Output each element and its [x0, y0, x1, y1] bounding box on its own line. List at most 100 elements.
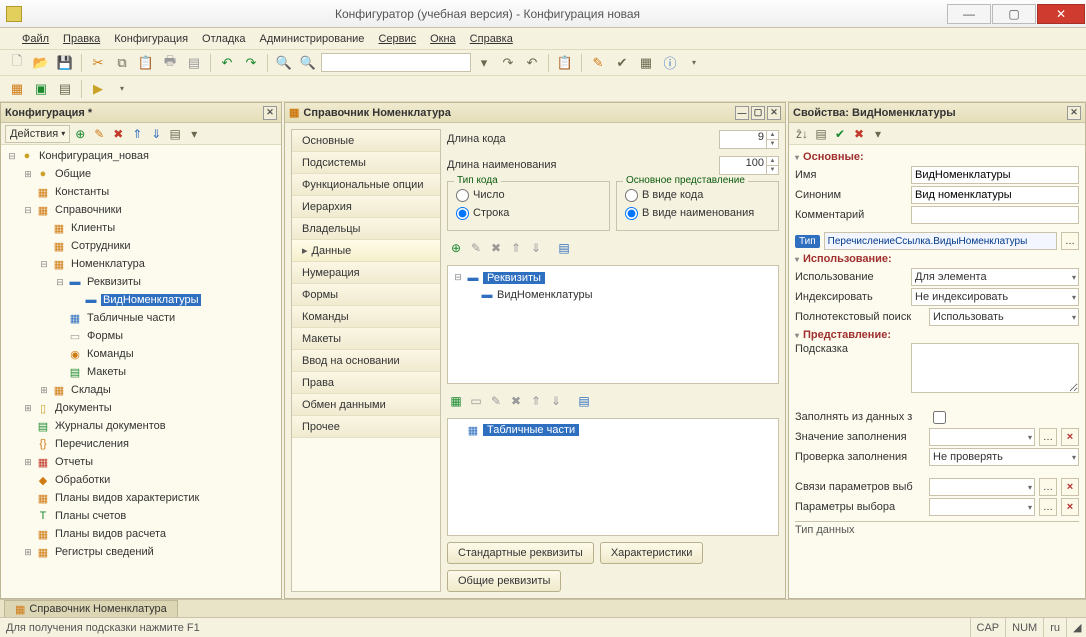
tree-item[interactable]: ◆Обработки: [1, 471, 281, 489]
status-resize-grip[interactable]: ◢: [1066, 618, 1080, 637]
category-item[interactable]: Макеты: [292, 328, 440, 350]
category-item[interactable]: Нумерация: [292, 262, 440, 284]
linkparams-clear-button[interactable]: ×: [1061, 478, 1079, 496]
code-length-input[interactable]: 9▲▼: [719, 130, 779, 149]
tp-add2-icon[interactable]: ▭: [467, 392, 485, 410]
sort-az-icon[interactable]: ẑ↓: [793, 125, 811, 143]
type-browse-button[interactable]: …: [1061, 232, 1079, 250]
spinner-up-icon[interactable]: ▲: [767, 131, 778, 140]
minimize-button[interactable]: —: [947, 4, 991, 24]
req-root[interactable]: Реквизиты: [483, 272, 545, 284]
main-view-name-radio[interactable]: [625, 207, 638, 220]
prop-linkparams-field[interactable]: [929, 478, 1035, 496]
tree-item[interactable]: ▤Макеты: [1, 363, 281, 381]
category-item[interactable]: Ввод на основании: [292, 350, 440, 372]
spinner-down-icon[interactable]: ▼: [767, 140, 778, 148]
req-down-icon[interactable]: ⇓: [527, 239, 545, 257]
calendar-icon[interactable]: ▦: [635, 52, 657, 74]
prop-index-select[interactable]: Не индексировать: [911, 288, 1079, 306]
characteristics-button[interactable]: Характеристики: [600, 542, 704, 564]
check-icon[interactable]: ✔: [611, 52, 633, 74]
tree-item[interactable]: {}Перечисления: [1, 435, 281, 453]
tree-item[interactable]: ⊞▦Отчеты: [1, 453, 281, 471]
menu-debug[interactable]: Отладка: [198, 32, 249, 46]
name-length-input[interactable]: 100▲▼: [719, 156, 779, 175]
search-input[interactable]: [321, 53, 471, 72]
preview-icon[interactable]: ▤: [183, 52, 205, 74]
props-cancel-icon[interactable]: ✖: [850, 125, 868, 143]
help-icon[interactable]: ⓘ: [659, 52, 681, 74]
category-item[interactable]: Данные: [292, 240, 440, 262]
fillvalue-browse-button[interactable]: …: [1039, 428, 1057, 446]
spinner-down-icon[interactable]: ▼: [767, 166, 778, 174]
category-item[interactable]: Прочее: [292, 416, 440, 438]
config-tree[interactable]: ⊟●Конфигурация_новая⊞●Общие▦Константы⊟▦С…: [1, 145, 281, 598]
menu-help[interactable]: Справка: [466, 32, 517, 46]
prop-synonym-input[interactable]: [911, 186, 1079, 204]
categorize-icon[interactable]: ▤: [812, 125, 830, 143]
doc-tab-dictionary[interactable]: ▦Справочник Номенклатура: [4, 600, 178, 617]
close-button[interactable]: ✕: [1037, 4, 1085, 24]
run-icon[interactable]: ▶: [87, 78, 109, 100]
req-up-icon[interactable]: ⇑: [507, 239, 525, 257]
move-up-icon[interactable]: ⇑: [128, 125, 146, 143]
section-usage[interactable]: Использование:: [795, 251, 1079, 267]
tp-delete-icon[interactable]: ✖: [507, 392, 525, 410]
props-check-icon[interactable]: ✔: [831, 125, 849, 143]
print-icon[interactable]: 🖶: [159, 52, 181, 74]
tree-item[interactable]: ⊞▯Документы: [1, 399, 281, 417]
prop-fillcheck-select[interactable]: Не проверять: [929, 448, 1079, 466]
props-close-icon[interactable]: ✕: [1067, 106, 1081, 120]
menu-service[interactable]: Сервис: [374, 32, 420, 46]
prop-usage-select[interactable]: Для элемента: [911, 268, 1079, 286]
category-item[interactable]: Обмен данными: [292, 394, 440, 416]
req-delete-icon[interactable]: ✖: [487, 239, 505, 257]
spinner-up-icon[interactable]: ▲: [767, 157, 778, 166]
panel-close-icon[interactable]: ✕: [263, 106, 277, 120]
save-icon[interactable]: 💾: [54, 52, 76, 74]
tb2-icon-2[interactable]: ▣: [30, 78, 52, 100]
tree-item[interactable]: ▬ВидНоменклатуры: [1, 291, 281, 309]
clipboard-icon[interactable]: 📋: [554, 52, 576, 74]
section-basic[interactable]: Основные:: [795, 149, 1079, 165]
code-type-number-radio[interactable]: [456, 189, 469, 202]
category-item[interactable]: Владельцы: [292, 218, 440, 240]
dict-maximize-icon[interactable]: ▢: [751, 106, 765, 120]
fillvalue-clear-button[interactable]: ×: [1061, 428, 1079, 446]
status-lang[interactable]: ru: [1043, 618, 1066, 637]
prop-selparams-field[interactable]: [929, 498, 1035, 516]
tree-item[interactable]: ⊟▦Справочники: [1, 201, 281, 219]
prop-fillfrom-checkbox[interactable]: [933, 411, 946, 424]
tree-item[interactable]: ⊞▦Регистры сведений: [1, 543, 281, 561]
tree-item[interactable]: ▦Табличные части: [1, 309, 281, 327]
req-edit-icon[interactable]: ✎: [467, 239, 485, 257]
category-item[interactable]: Функциональные опции: [292, 174, 440, 196]
menu-edit[interactable]: Правка: [59, 32, 104, 46]
prop-hint-textarea[interactable]: [911, 343, 1079, 393]
tp-add-icon[interactable]: ▦: [447, 392, 465, 410]
sort-icon[interactable]: ▤: [166, 125, 184, 143]
edit-icon[interactable]: ✎: [90, 125, 108, 143]
find-icon[interactable]: 🔍: [273, 52, 295, 74]
syntax-icon[interactable]: ✎: [587, 52, 609, 74]
req-child[interactable]: ВидНоменклатуры: [497, 289, 593, 301]
selparams-browse-button[interactable]: …: [1039, 498, 1057, 516]
prop-comment-input[interactable]: [911, 206, 1079, 224]
prop-type-field[interactable]: ПеречислениеСсылка.ВидыНоменклатуры: [824, 232, 1057, 250]
copy-icon[interactable]: ⧉: [111, 52, 133, 74]
zoom-icon[interactable]: 🔍: [297, 52, 319, 74]
menu-windows[interactable]: Окна: [426, 32, 460, 46]
category-item[interactable]: Иерархия: [292, 196, 440, 218]
filter-icon[interactable]: ▾: [185, 125, 203, 143]
tree-item[interactable]: ⊞●Общие: [1, 165, 281, 183]
main-view-code-radio[interactable]: [625, 189, 638, 202]
new-icon[interactable]: 🗋: [6, 52, 28, 74]
menu-config[interactable]: Конфигурация: [110, 32, 192, 46]
run-dd-icon[interactable]: ▾: [111, 78, 133, 100]
dict-minimize-icon[interactable]: —: [735, 106, 749, 120]
paste-icon[interactable]: 📋: [135, 52, 157, 74]
move-down-icon[interactable]: ⇓: [147, 125, 165, 143]
common-requisites-button[interactable]: Общие реквизиты: [447, 570, 561, 592]
actions-dropdown[interactable]: Действия▾: [5, 125, 70, 143]
help-dd-icon[interactable]: ▾: [683, 52, 705, 74]
